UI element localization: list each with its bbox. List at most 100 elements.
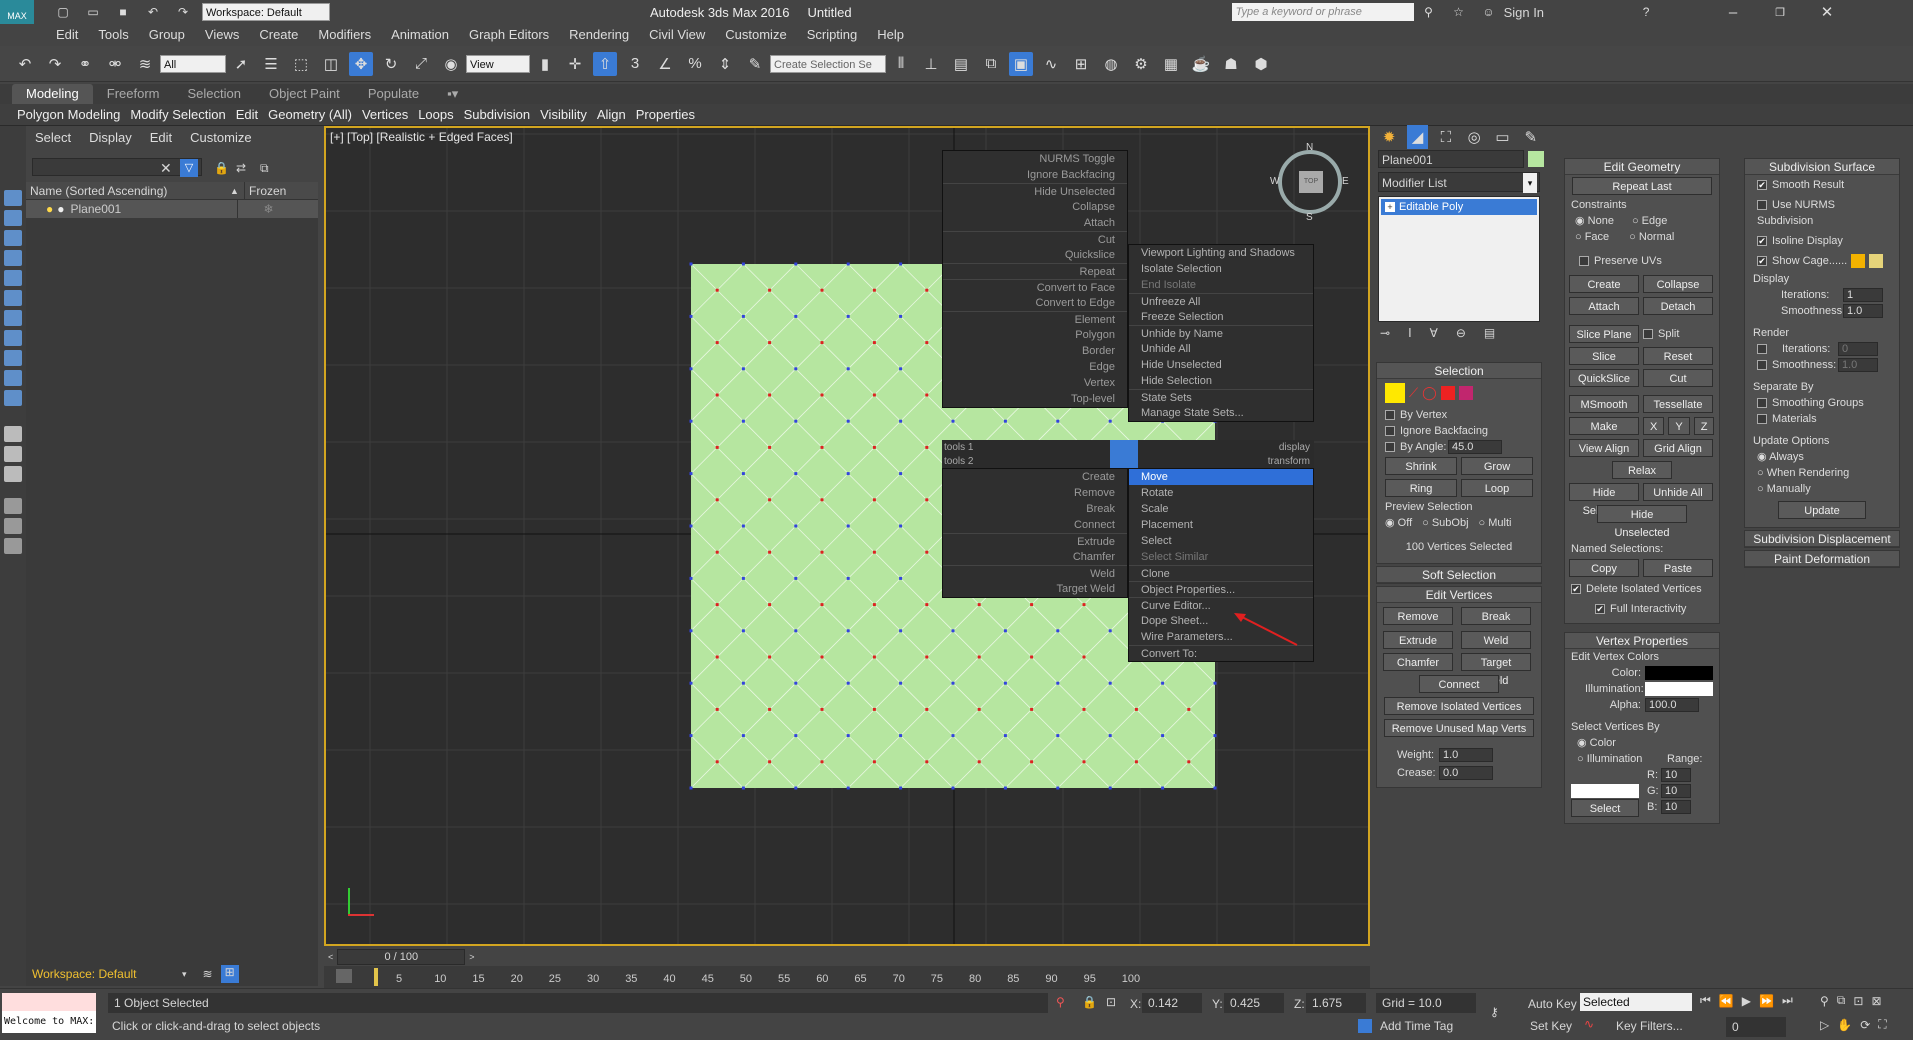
quickslice-button[interactable]: QuickSlice <box>1569 369 1639 387</box>
cut-button[interactable]: Cut <box>1643 369 1713 387</box>
zoom-all-icon[interactable]: ⧉ <box>1837 993 1846 1008</box>
quad-menu-item[interactable]: Quickslice <box>943 247 1127 263</box>
angle-spinner[interactable]: 45.0 <box>1448 440 1502 454</box>
split-option[interactable]: Split <box>1643 326 1679 342</box>
bones-icon[interactable] <box>4 390 22 406</box>
key-icon[interactable]: ⚷ <box>1490 1005 1499 1019</box>
key-filters-button[interactable]: Key Filters... <box>1616 1019 1683 1033</box>
quad-menu-item[interactable]: Hide Selection <box>1129 373 1313 389</box>
sync-selection-icon[interactable]: ⇄ <box>236 161 246 175</box>
preview-multi-radio[interactable]: ○ Multi <box>1479 515 1512 531</box>
quad-menu-item[interactable]: Select Similar <box>1129 549 1313 565</box>
workspace-label[interactable]: Workspace: Default <box>32 967 182 981</box>
object-name[interactable]: Plane001 <box>71 200 237 218</box>
quad-menu-item[interactable]: Extrude <box>943 533 1127 549</box>
quad-menu-item[interactable]: Unhide All <box>1129 341 1313 357</box>
quad-menu-item[interactable]: Remove <box>943 485 1127 501</box>
hierarchy-toggle-icon[interactable]: ⊞ <box>220 965 239 983</box>
geometry-icon[interactable] <box>4 230 22 246</box>
object-color-swatch[interactable] <box>1528 151 1544 167</box>
preserve-uvs-option[interactable]: Preserve UVs <box>1565 245 1719 273</box>
auto-key-button[interactable]: Auto Key <box>1528 997 1577 1011</box>
time-tag-icon[interactable] <box>1358 1019 1372 1033</box>
quad-menu-item[interactable]: Border <box>943 343 1127 359</box>
x-field[interactable]: 0.142 <box>1142 993 1202 1013</box>
g-spinner[interactable]: 10 <box>1661 784 1691 798</box>
lock-selection-icon[interactable]: 🔒 <box>1082 995 1097 1009</box>
new-file-icon[interactable]: ▢ <box>51 0 75 24</box>
quad-menu-item[interactable]: NURMS Toggle <box>943 151 1127 167</box>
menu-views[interactable]: Views <box>195 24 249 46</box>
filter-toggle-icon[interactable]: ▽ <box>180 159 198 177</box>
r-spinner[interactable]: 10 <box>1661 768 1691 782</box>
quad-menu-item[interactable]: Vertex <box>943 375 1127 391</box>
grid-align-button[interactable]: Grid Align <box>1643 439 1713 457</box>
table-row[interactable]: ● ● Plane001 ❄ <box>26 200 318 218</box>
show-cage-option[interactable]: ✔ Show Cage...... <box>1745 251 1899 271</box>
quad-menu-item[interactable]: Target Weld <box>943 581 1127 597</box>
quad-menu-item[interactable]: Scale <box>1129 501 1313 517</box>
menu-customize[interactable]: Customize <box>715 24 796 46</box>
filter-icon[interactable] <box>4 498 22 514</box>
ribbon-options-icon[interactable]: ▪▾ <box>433 84 472 104</box>
vertex-mode-icon[interactable] <box>1385 383 1405 403</box>
rendered-frame-icon[interactable]: ▦ <box>1159 52 1183 76</box>
weld-button[interactable]: Weld <box>1461 631 1531 649</box>
visibility-icon[interactable]: ● <box>57 200 64 218</box>
scale-icon[interactable]: ⤢ <box>409 52 433 76</box>
quad-menu-item[interactable]: Clone <box>1129 565 1313 581</box>
attach-button[interactable]: Attach <box>1569 297 1639 315</box>
by-angle-option[interactable]: By Angle: 45.0 <box>1377 439 1541 455</box>
menu-help[interactable]: Help <box>867 24 914 46</box>
select-object-icon[interactable]: ➚ <box>229 52 253 76</box>
x-button[interactable]: X <box>1643 417 1665 435</box>
quad-menu-item[interactable]: Collapse <box>943 199 1127 215</box>
render-icon[interactable]: ☕ <box>1189 52 1213 76</box>
quad-menu-item[interactable]: Create <box>943 469 1127 485</box>
move-icon[interactable]: ✥ <box>349 51 373 76</box>
percent-snap-icon[interactable]: % <box>683 52 707 76</box>
tab-selection[interactable]: Selection <box>174 84 255 104</box>
scene-tab-select[interactable]: Select <box>26 126 80 150</box>
render-production-icon[interactable]: ☗ <box>1219 52 1243 76</box>
dependencies-icon[interactable] <box>4 518 22 534</box>
select-by-name-icon[interactable]: ☰ <box>259 52 283 76</box>
quad-menu-item[interactable]: Weld <box>943 565 1127 581</box>
extrude-button[interactable]: Extrude <box>1383 631 1453 649</box>
edit-vertices-title[interactable]: Edit Vertices <box>1377 587 1541 603</box>
quad-menu-item[interactable]: Isolate Selection <box>1129 261 1313 277</box>
menu-edit[interactable]: Edit <box>46 24 88 46</box>
select-color-swatch[interactable] <box>1571 784 1639 798</box>
quad-menu-item[interactable]: Hide Unselected <box>943 183 1127 199</box>
link-icon[interactable]: ⚭ <box>73 52 97 76</box>
undo-icon[interactable]: ↶ <box>141 0 165 24</box>
quad-menu-item[interactable]: Unhide by Name <box>1129 325 1313 341</box>
make-unique-icon[interactable]: ∀ <box>1430 326 1438 340</box>
material-editor-icon[interactable]: ◍ <box>1099 52 1123 76</box>
set-key-icon[interactable]: ∿ <box>1584 1017 1594 1031</box>
zoom-icon[interactable]: ⚲ <box>1820 994 1829 1008</box>
layers-toggle-icon[interactable]: ≋ <box>203 967 213 981</box>
remove-isolated-button[interactable]: Remove Isolated Vertices <box>1384 697 1534 715</box>
pan-icon[interactable]: ✋ <box>1837 1018 1852 1032</box>
search-input[interactable]: Type a keyword or phrase <box>1231 3 1414 21</box>
undo-icon[interactable]: ↶ <box>13 52 37 76</box>
cage-color-2[interactable] <box>1869 254 1884 268</box>
cage-color-1[interactable] <box>1851 254 1866 268</box>
quad-menu-item[interactable]: Cut <box>943 231 1127 247</box>
smooth-result-option[interactable]: ✔ Smooth Result <box>1745 175 1899 195</box>
layers-icon[interactable]: ⧉ <box>979 52 1003 76</box>
quad-menu-item[interactable]: Unfreeze All <box>1129 293 1313 309</box>
grow-button[interactable]: Grow <box>1461 457 1533 475</box>
connect-button[interactable]: Connect <box>1419 675 1499 693</box>
subdivision-title[interactable]: Subdivision Surface <box>1745 159 1899 175</box>
hierarchy-icon[interactable] <box>4 538 22 554</box>
make-planar-button[interactable]: Make Planar <box>1569 417 1639 451</box>
angle-snap-icon[interactable]: ∠ <box>653 52 677 76</box>
materials-option[interactable]: Materials <box>1745 411 1899 427</box>
help-icon[interactable]: ? <box>1634 0 1658 24</box>
maximize-viewport-icon[interactable]: ⛶ <box>1878 1017 1886 1032</box>
frozen-snowflake-icon[interactable]: ❄ <box>236 200 274 218</box>
next-frame-icon[interactable]: > <box>465 952 478 962</box>
rotate-icon[interactable]: ↻ <box>379 52 403 76</box>
